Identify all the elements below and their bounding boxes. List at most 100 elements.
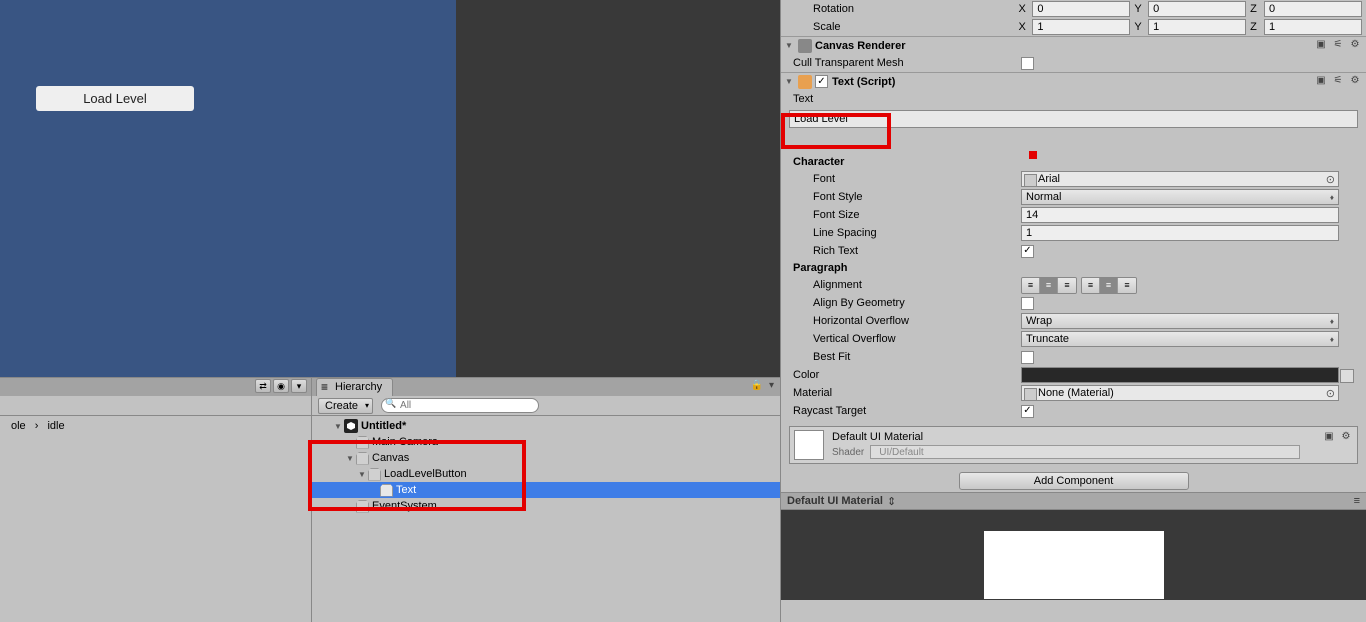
- fontstyle-dropdown[interactable]: Normal: [1021, 189, 1339, 205]
- rotation-z-input[interactable]: [1264, 1, 1362, 17]
- x-label: X: [1019, 21, 1033, 33]
- scene-view[interactable]: Load Level: [0, 0, 456, 377]
- gameobject-icon: [356, 500, 369, 513]
- text-value-input[interactable]: [789, 110, 1358, 128]
- expand-icon[interactable]: ▼: [358, 470, 368, 479]
- preview-header[interactable]: Default UI Material ⇕: [781, 492, 1366, 510]
- expand-icon[interactable]: ▼: [785, 41, 795, 50]
- text-component-icon: [798, 75, 812, 89]
- tree-eventsystem[interactable]: EventSystem: [312, 498, 780, 514]
- material-label: Material: [793, 387, 1021, 399]
- hierarchy-toolbar: Create: [312, 396, 780, 416]
- align-bottom-button[interactable]: ≡: [1118, 278, 1136, 293]
- align-middle-button[interactable]: ≡: [1100, 278, 1118, 293]
- expand-icon[interactable]: ▼: [334, 422, 344, 431]
- hierarchy-menu-icon[interactable]: ▾: [769, 380, 774, 391]
- hierarchy-create-button[interactable]: Create: [318, 398, 373, 414]
- default-material-box[interactable]: Default UI Material Shader UI/Default ▣ …: [789, 426, 1358, 464]
- scale-label: Scale: [793, 21, 1019, 33]
- cull-checkbox[interactable]: [1021, 57, 1034, 70]
- linespacing-input[interactable]: [1021, 225, 1339, 241]
- color-label: Color: [793, 369, 1021, 381]
- tree-main-camera[interactable]: Main Camera: [312, 434, 780, 450]
- shader-dropdown[interactable]: UI/Default: [870, 445, 1300, 459]
- align-top-button[interactable]: ≡: [1082, 278, 1100, 293]
- console-btn-3[interactable]: ▾: [291, 379, 307, 393]
- aligngeom-checkbox[interactable]: [1021, 297, 1034, 310]
- tree-text[interactable]: Text: [312, 482, 780, 498]
- gear-icon[interactable]: ⚙: [1339, 431, 1353, 445]
- alignment-buttons: ≡ ≡ ≡ ≡ ≡ ≡: [1021, 277, 1137, 294]
- text-script-header[interactable]: ▼ ✓ Text (Script) ▣ ⚟ ⚙: [781, 72, 1366, 90]
- component-icon: [798, 39, 812, 53]
- material-title: Default UI Material: [832, 431, 1353, 443]
- hierarchy-panel: Hierarchy 🔒 ▾ Create ▼ Untitled* Main Ca…: [311, 377, 780, 622]
- scale-z-input[interactable]: [1264, 19, 1362, 35]
- raycast-checkbox[interactable]: ✓: [1021, 405, 1034, 418]
- tree-text-label: Text: [396, 484, 416, 496]
- gameobject-icon: [356, 436, 369, 449]
- hierarchy-tab[interactable]: Hierarchy: [316, 378, 393, 396]
- rotation-x-input[interactable]: [1032, 1, 1130, 17]
- help-icon[interactable]: ▣: [1314, 75, 1328, 89]
- hierarchy-tree: ▼ Untitled* Main Camera ▼ Canvas ▼ LoadL…: [312, 416, 780, 514]
- font-field[interactable]: Arial: [1021, 171, 1339, 187]
- expand-icon[interactable]: ▼: [785, 77, 795, 86]
- scale-y-input[interactable]: [1148, 19, 1246, 35]
- canvas-renderer-title: Canvas Renderer: [815, 40, 1314, 52]
- gear-icon[interactable]: ⚙: [1348, 75, 1362, 89]
- console-btn-1[interactable]: ⇄: [255, 379, 271, 393]
- expand-icon[interactable]: ▼: [346, 454, 356, 463]
- character-header: Character: [781, 154, 1366, 170]
- voverflow-dropdown[interactable]: Truncate: [1021, 331, 1339, 347]
- tree-loadbtn-label: LoadLevelButton: [384, 468, 467, 480]
- scene-view-dark[interactable]: [456, 0, 780, 377]
- material-field[interactable]: None (Material): [1021, 385, 1339, 401]
- hierarchy-lock-icon[interactable]: 🔒: [751, 380, 763, 391]
- tree-canvas[interactable]: ▼ Canvas: [312, 450, 780, 466]
- scale-x-input[interactable]: [1032, 19, 1130, 35]
- console-status: ole › idle: [0, 416, 311, 436]
- cull-label: Cull Transparent Mesh: [793, 57, 1021, 69]
- preset-icon[interactable]: ⚟: [1331, 75, 1345, 89]
- rotation-label: Rotation: [793, 3, 1019, 15]
- unity-scene-icon: [344, 419, 358, 433]
- raycast-label: Raycast Target: [793, 405, 1021, 417]
- tree-canvas-label: Canvas: [372, 452, 409, 464]
- tree-loadlevelbutton[interactable]: ▼ LoadLevelButton: [312, 466, 780, 482]
- help-icon[interactable]: ▣: [1322, 431, 1336, 445]
- text-script-title: Text (Script): [832, 76, 1314, 88]
- help-icon[interactable]: ▣: [1314, 39, 1328, 53]
- tree-events-label: EventSystem: [372, 500, 437, 512]
- tree-scene[interactable]: ▼ Untitled*: [312, 418, 780, 434]
- shader-label: Shader: [832, 447, 864, 458]
- gear-icon[interactable]: ⚙: [1348, 39, 1362, 53]
- text-enable-checkbox[interactable]: ✓: [815, 75, 828, 88]
- y-label: Y: [1134, 3, 1148, 15]
- aligngeom-label: Align By Geometry: [793, 297, 1021, 309]
- richtext-checkbox[interactable]: ✓: [1021, 245, 1034, 258]
- status-a: ole: [11, 420, 26, 432]
- align-center-button[interactable]: ≡: [1040, 278, 1058, 293]
- hoverflow-label: Horizontal Overflow: [793, 315, 1021, 327]
- preset-icon[interactable]: ⚟: [1331, 39, 1345, 53]
- material-thumbnail: [794, 430, 824, 460]
- console-btn-2[interactable]: ◉: [273, 379, 289, 393]
- gameobject-icon: [380, 484, 393, 497]
- preview-title: Default UI Material: [787, 495, 883, 507]
- hoverflow-dropdown[interactable]: Wrap: [1021, 313, 1339, 329]
- align-left-button[interactable]: ≡: [1022, 278, 1040, 293]
- add-component-button[interactable]: Add Component: [959, 472, 1189, 490]
- bestfit-checkbox[interactable]: [1021, 351, 1034, 364]
- bestfit-label: Best Fit: [793, 351, 1021, 363]
- fontstyle-label: Font Style: [793, 191, 1021, 203]
- hierarchy-search-input[interactable]: [381, 398, 539, 413]
- fontsize-label: Font Size: [793, 209, 1021, 221]
- fontsize-input[interactable]: [1021, 207, 1339, 223]
- canvas-renderer-header[interactable]: ▼ Canvas Renderer ▣ ⚟ ⚙: [781, 36, 1366, 54]
- preview-pin-icon[interactable]: ⇕: [887, 495, 896, 508]
- color-field[interactable]: [1021, 367, 1339, 383]
- rotation-y-input[interactable]: [1148, 1, 1246, 17]
- align-right-button[interactable]: ≡: [1058, 278, 1076, 293]
- scene-load-button[interactable]: Load Level: [36, 86, 194, 111]
